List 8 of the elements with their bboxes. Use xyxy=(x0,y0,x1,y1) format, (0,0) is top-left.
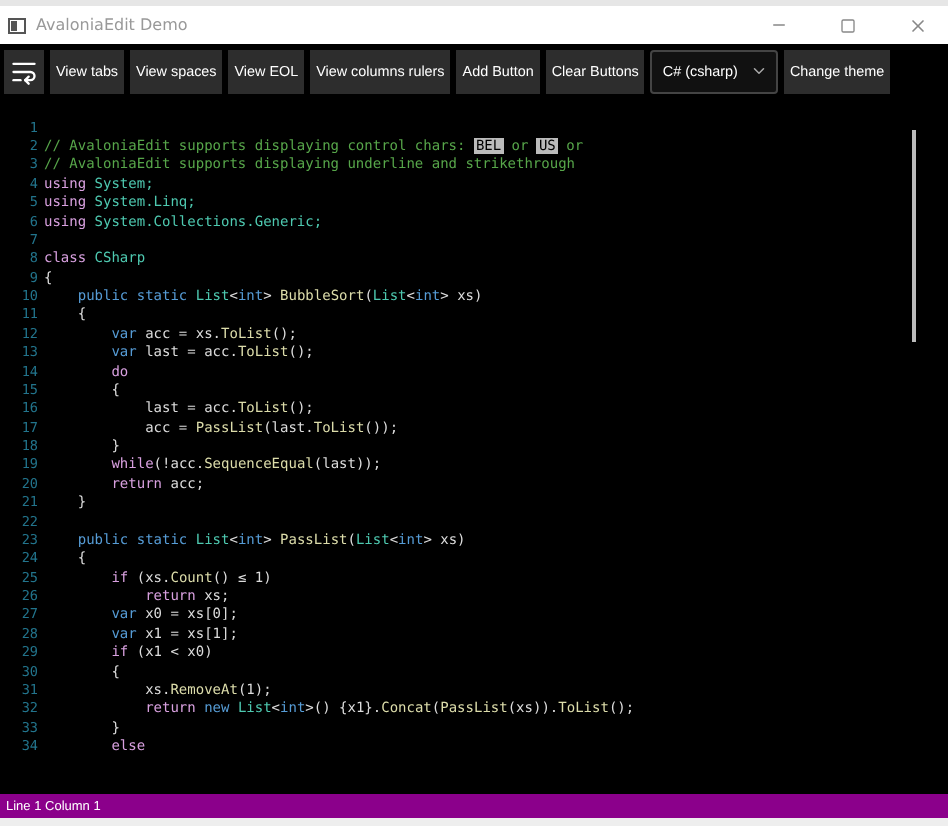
window-title: AvaloniaEdit Demo xyxy=(36,16,190,34)
close-icon[interactable] xyxy=(908,15,928,35)
chevron-down-icon xyxy=(749,62,768,80)
word-wrap-button[interactable] xyxy=(4,49,44,93)
app-icon xyxy=(8,17,26,33)
maximize-icon[interactable] xyxy=(840,17,856,33)
scrollbar-thumb[interactable] xyxy=(912,130,916,342)
word-wrap-icon xyxy=(10,57,38,85)
